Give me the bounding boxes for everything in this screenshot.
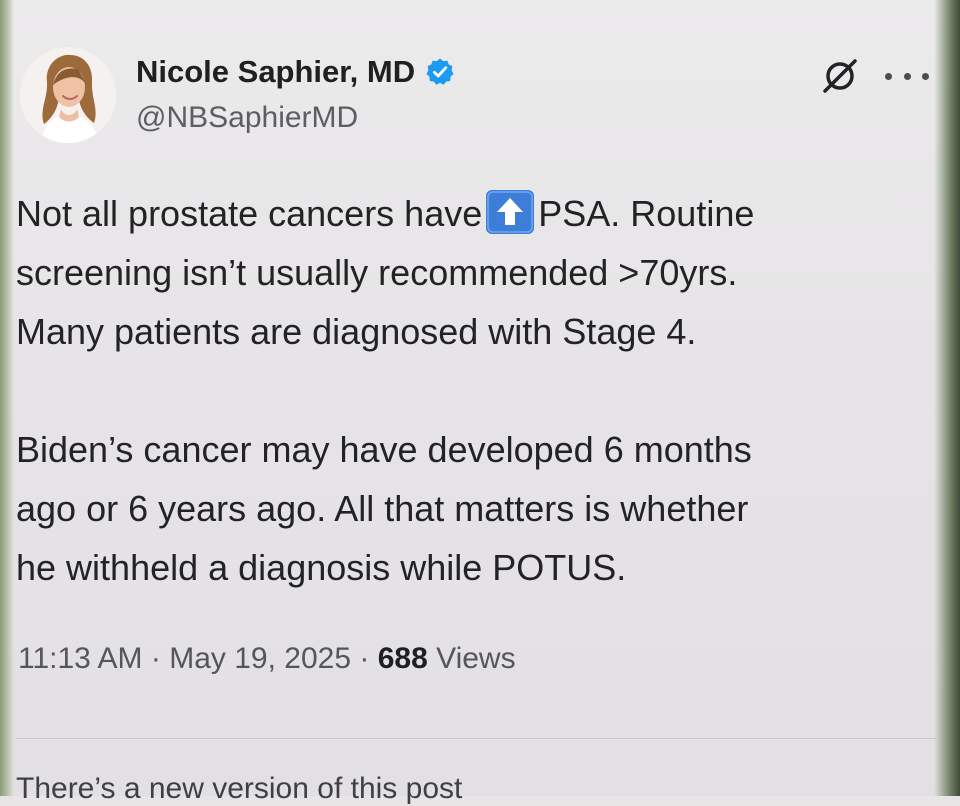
author-handle[interactable]: @NBSaphierMD: [136, 101, 358, 135]
post-line-1-end: PSA. Routine: [538, 193, 755, 234]
more-dot-icon: [903, 72, 911, 80]
meta-separator: ·: [359, 642, 370, 675]
post-text: Not all prostate cancers have PSA. Routin…: [16, 184, 916, 597]
grok-icon[interactable]: [820, 56, 860, 96]
up-arrow-emoji: [486, 190, 535, 234]
profile-photo: [20, 47, 116, 143]
views-label[interactable]: Views: [436, 642, 515, 675]
device-edge-right: [934, 0, 960, 796]
post-paragraph-1-rest: screening isn’t usually recommended >70y…: [16, 252, 738, 352]
post-metadata: 11:13 AM · May 19, 2025 · 688 Views: [18, 642, 516, 676]
meta-separator: ·: [150, 642, 161, 675]
post-paragraph-2: Biden’s cancer may have developed 6 mont…: [16, 429, 752, 588]
post-time[interactable]: 11:13 AM: [18, 642, 143, 675]
more-dot-icon: [922, 72, 929, 80]
new-version-notice[interactable]: There’s a new version of this post: [16, 772, 462, 806]
views-count[interactable]: 688: [378, 642, 428, 675]
author-display-name[interactable]: Nicole Saphier, MD: [136, 54, 415, 90]
paragraph-spacing: [16, 361, 916, 420]
post-paragraph-1: Not all prostate cancers have PSA. Routin…: [16, 184, 916, 361]
section-divider: [16, 738, 936, 739]
author-avatar[interactable]: [20, 47, 116, 143]
more-dot-icon: [885, 72, 892, 80]
device-edge-left: [0, 0, 14, 796]
post-date[interactable]: May 19, 2025: [169, 642, 351, 675]
more-options-icon[interactable]: [885, 61, 929, 91]
verified-badge-icon: [426, 58, 454, 85]
post-line-1-start: Not all prostate cancers have: [16, 193, 483, 234]
tweet-screen: Nicole Saphier, MD @NBSaphierMD Not all …: [0, 0, 960, 805]
author-name-row[interactable]: Nicole Saphier, MD: [136, 52, 455, 92]
